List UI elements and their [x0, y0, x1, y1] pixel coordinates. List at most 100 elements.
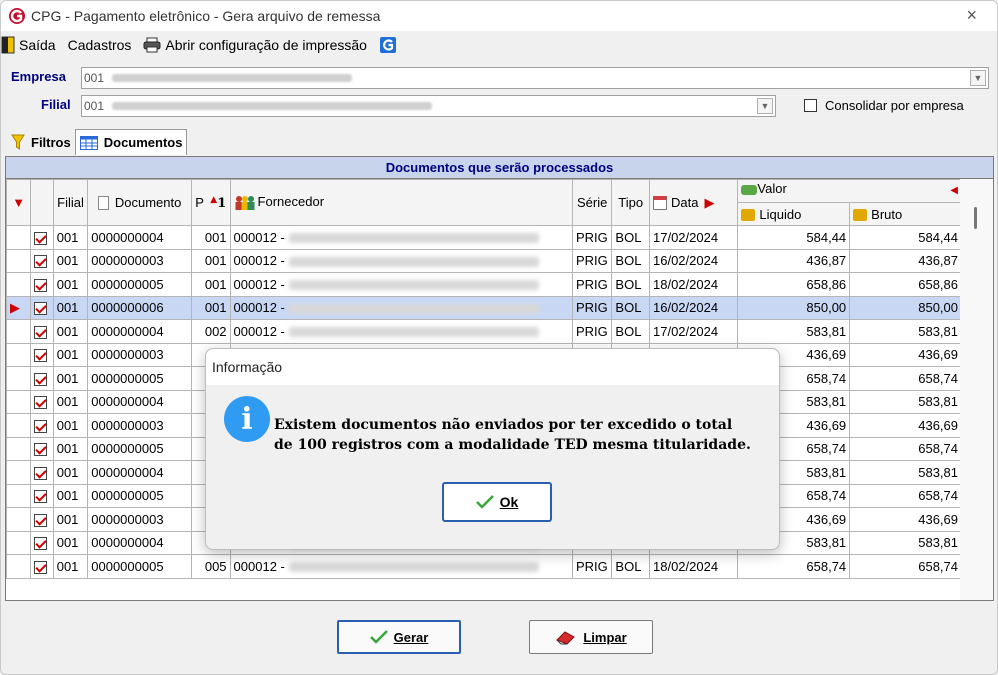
cell-p-text: 001	[204, 253, 227, 269]
checked-checkbox-icon[interactable]	[34, 325, 48, 339]
cell-bruto: 436,87	[849, 248, 962, 273]
menu-app-g[interactable]	[379, 36, 401, 54]
row-checkbox[interactable]	[30, 554, 54, 579]
checked-checkbox-icon[interactable]	[34, 302, 48, 316]
row-indicator	[5, 248, 32, 273]
row-indicator	[5, 530, 32, 555]
row-checkbox[interactable]	[30, 295, 54, 320]
header-valor[interactable]: Valor ◀	[737, 179, 962, 203]
chevron-down-icon[interactable]: ▼	[757, 98, 773, 114]
cell-filial-text: 001	[56, 488, 79, 504]
chevron-down-icon[interactable]: ▼	[970, 70, 986, 86]
cell-fornecedor: 000012 -	[229, 295, 573, 320]
cell-liquido: 584,44	[737, 225, 851, 250]
checked-checkbox-icon[interactable]	[34, 419, 48, 433]
menu-cadastros[interactable]: Cadastros	[68, 37, 132, 53]
empresa-combo[interactable]: 001 ▼	[81, 67, 989, 89]
cell-p: 001	[190, 248, 231, 273]
table-row[interactable]: 001 0000000004 001 000012 - PRIG BOL 17/02/202…	[5, 225, 962, 250]
checked-checkbox-icon[interactable]	[34, 231, 48, 245]
cell-tipo: BOL	[611, 319, 650, 344]
header-fornecedor[interactable]: Fornecedor	[229, 179, 573, 226]
sort-arrow-left-icon: ◀	[950, 185, 958, 196]
tab-filtros[interactable]: Filtros	[7, 129, 75, 155]
sort-priority-icon: ▲1	[210, 194, 227, 211]
header-data[interactable]: Data ▶	[648, 179, 739, 226]
cell-liquido-text: 658,74	[806, 558, 847, 574]
checked-checkbox-icon[interactable]	[34, 513, 48, 527]
header-bruto[interactable]: Bruto	[849, 202, 962, 226]
cell-documento-text: 0000000003	[91, 417, 164, 433]
header-liquido[interactable]: Liquido	[737, 202, 851, 226]
header-filial[interactable]: Filial	[52, 179, 89, 226]
checked-checkbox-icon[interactable]	[34, 349, 48, 363]
cell-documento-text: 0000000003	[91, 347, 164, 363]
row-indicator	[5, 319, 32, 344]
ok-button[interactable]: Ok	[442, 482, 552, 522]
gerar-button[interactable]: Gerar	[337, 620, 461, 654]
vertical-scrollbar[interactable]	[960, 179, 993, 600]
tab-documentos[interactable]: Documentos	[74, 129, 188, 155]
row-checkbox[interactable]	[30, 225, 54, 250]
menu-saida[interactable]: Saída	[1, 36, 56, 54]
cell-filial-text: 001	[56, 323, 79, 339]
row-checkbox[interactable]	[30, 413, 54, 438]
cell-filial-text: 001	[56, 276, 79, 292]
close-icon[interactable]: ×	[966, 5, 977, 26]
row-checkbox[interactable]	[30, 248, 54, 273]
header-p-sort-label: 1	[217, 195, 227, 211]
header-documento[interactable]: Documento	[87, 179, 192, 226]
row-indicator	[5, 272, 32, 297]
row-checkbox[interactable]	[30, 342, 54, 367]
row-checkbox[interactable]	[30, 460, 54, 485]
limpar-button[interactable]: Limpar	[529, 620, 653, 654]
row-checkbox[interactable]	[30, 272, 54, 297]
table-row[interactable]: 001 0000000005 001 000012 - PRIG BOL 18/02/202…	[5, 272, 962, 297]
sort-indicator-icon[interactable]: ▼	[5, 179, 32, 226]
menu-abrir-configuracao[interactable]: Abrir configuração de impressão	[143, 37, 367, 53]
cell-bruto: 584,44	[849, 225, 962, 250]
checked-checkbox-icon[interactable]	[34, 443, 48, 457]
checked-checkbox-icon[interactable]	[34, 560, 48, 574]
cell-filial: 001	[52, 342, 89, 367]
row-checkbox[interactable]	[30, 389, 54, 414]
header-tipo[interactable]: Tipo	[611, 179, 650, 226]
row-checkbox[interactable]	[30, 319, 54, 344]
checked-checkbox-icon[interactable]	[34, 396, 48, 410]
checked-checkbox-icon[interactable]	[34, 466, 48, 480]
row-indicator	[5, 554, 32, 579]
ok-label: Ok	[499, 494, 519, 510]
row-checkbox[interactable]	[30, 366, 54, 391]
header-p[interactable]: P ▲1	[190, 179, 231, 226]
row-checkbox[interactable]	[30, 507, 54, 532]
cell-bruto: 583,81	[849, 319, 962, 344]
checked-checkbox-icon[interactable]	[34, 537, 48, 551]
row-indicator	[5, 413, 32, 438]
filial-combo[interactable]: 001 ▼	[81, 95, 776, 117]
cell-documento-text: 0000000005	[91, 558, 164, 574]
cell-bruto-text: 584,44	[918, 229, 958, 245]
cell-documento: 0000000004	[87, 389, 192, 414]
row-checkbox[interactable]	[30, 436, 54, 461]
checked-checkbox-icon[interactable]	[34, 490, 48, 504]
grid-header-row-1: ▼ Filial Documento P ▲1 Fornecedor Série…	[5, 179, 962, 226]
row-checkbox[interactable]	[30, 530, 54, 555]
checked-checkbox-icon[interactable]	[34, 255, 48, 269]
header-data-label: Data	[671, 194, 699, 210]
cell-bruto: 583,81	[849, 530, 962, 555]
cell-serie: PRIG	[571, 272, 613, 297]
cell-p-text: 001	[204, 276, 227, 292]
checked-checkbox-icon[interactable]	[34, 278, 48, 292]
header-serie[interactable]: Série	[571, 179, 613, 226]
empresa-code: 001	[84, 71, 105, 85]
checked-checkbox-icon[interactable]	[34, 372, 48, 386]
table-row[interactable]: 001 0000000005 005 000012 - PRIG BOL 18/02/202…	[5, 554, 962, 579]
row-checkbox[interactable]	[30, 483, 54, 508]
scrollbar-thumb[interactable]	[974, 207, 977, 229]
cell-liquido: 583,81	[737, 319, 851, 344]
table-row[interactable]: 001 0000000004 002 000012 - PRIG BOL 17/02/202…	[5, 319, 962, 344]
consolidar-checkbox-box[interactable]	[804, 99, 817, 112]
table-row[interactable]: 001 0000000003 001 000012 - PRIG BOL 16/02/202…	[5, 248, 962, 273]
consolidar-checkbox[interactable]: Consolidar por empresa	[804, 98, 964, 113]
table-row[interactable]: ▶ 001 0000000006 001 000012 - PRIG BOL 16/02/20…	[5, 295, 962, 320]
